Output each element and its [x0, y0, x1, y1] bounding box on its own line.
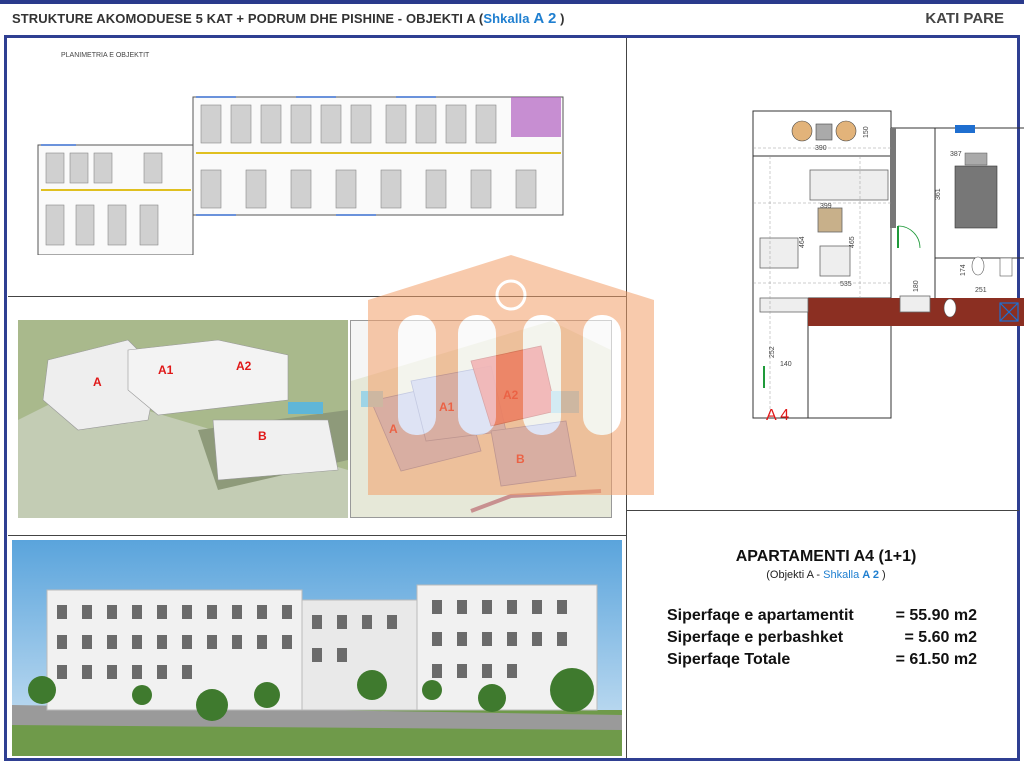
site-label-a1: A1 — [439, 400, 455, 414]
area-table: Siperfaqe e apartamentit = 55.90 m2 Sipe… — [667, 605, 977, 671]
dim-361: 361 — [935, 188, 942, 200]
area-label: Siperfaqe e apartamentit — [667, 607, 854, 624]
subtitle-prefix: (Objekti A - — [766, 569, 824, 581]
apartment-title: APARTAMENTI A4 (1+1) — [735, 548, 917, 565]
title-main: STRUKTURE AKOMODUESE 5 KAT + PODRUM DHE … — [12, 11, 395, 26]
building-label-b: B — [258, 429, 267, 443]
site-label-a2: A2 — [503, 388, 519, 402]
area-row: Siperfaqe Totale = 61.50 m2 — [667, 649, 977, 671]
building-label-a2: A2 — [236, 359, 252, 373]
highlighted-unit — [511, 97, 561, 137]
divider-vertical-main — [626, 38, 627, 758]
dimension-labels: 390 150 387 361 399 465 535 464 251 140 … — [769, 126, 987, 368]
area-value: = 55.90 m2 — [895, 607, 977, 624]
area-row: Siperfaqe e perbashket = 5.60 m2 — [667, 627, 977, 649]
page-title: STRUKTURE AKOMODUESE 5 KAT + PODRUM DHE … — [12, 10, 565, 27]
title-shkalla: Shkalla — [483, 11, 534, 26]
divider-horizontal-left-2 — [8, 535, 627, 536]
site-label-b: B — [516, 452, 525, 466]
apartment-label: A 4 — [766, 407, 789, 424]
site-plan-title: PLANIMETRIA E OBJEKTIT — [61, 52, 150, 59]
dim-180: 180 — [913, 280, 920, 292]
area-label: Siperfaqe e perbashket — [667, 629, 844, 646]
apartment-floor-plan: 390 150 387 361 399 465 535 464 251 140 … — [752, 110, 1024, 424]
dim-174: 174 — [960, 264, 967, 276]
dim-399: 399 — [820, 203, 832, 210]
area-label: Siperfaqe Totale — [667, 651, 791, 668]
dim-535: 535 — [840, 281, 852, 288]
dim-464: 464 — [799, 236, 806, 248]
apartment-subtitle: (Objekti A - Shkalla A 2 ) — [628, 569, 1024, 581]
site-floor-plan — [37, 96, 564, 255]
subtitle-shkalla: Shkalla — [823, 569, 863, 581]
dim-251: 251 — [975, 287, 987, 294]
area-row: Siperfaqe e apartamentit = 55.90 m2 — [667, 605, 977, 627]
dim-465: 465 — [849, 236, 856, 248]
area-value: = 61.50 m2 — [895, 651, 977, 668]
dim-150: 150 — [863, 126, 870, 138]
title-object: - OBJEKTI A ( — [394, 11, 484, 26]
divider-horizontal-right — [627, 510, 1019, 511]
dim-252: 252 — [769, 346, 776, 358]
street-render — [12, 540, 622, 756]
subtitle-suffix: ) — [878, 569, 886, 581]
site-layout-render: A A1 A2 B — [350, 320, 612, 518]
aerial-render: A A1 A2 B — [18, 320, 348, 518]
area-value: = 5.60 m2 — [904, 629, 978, 646]
title-close: ) — [556, 11, 565, 26]
dim-140: 140 — [780, 361, 792, 368]
site-label-a: A — [389, 422, 398, 436]
title-shkalla-code: A 2 — [533, 10, 557, 27]
building-label-a: A — [93, 375, 102, 389]
divider-horizontal-left-1 — [8, 296, 627, 297]
dim-387: 387 — [950, 151, 962, 158]
subtitle-code: A 2 — [862, 569, 879, 581]
dim-390: 390 — [815, 145, 827, 152]
floor-label: KATI PARE — [925, 10, 1004, 27]
top-border — [0, 0, 1024, 4]
building-label-a1: A1 — [158, 363, 174, 377]
